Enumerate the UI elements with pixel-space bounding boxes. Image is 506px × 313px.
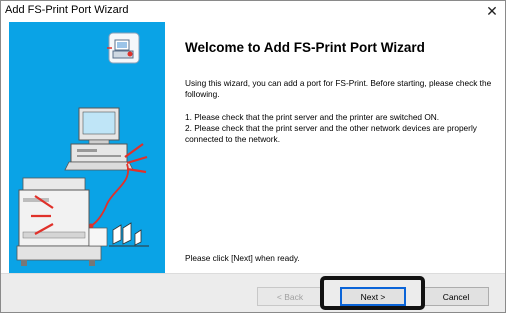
wizard-window: Add FS-Print Port Wizard ✕ Welcome to Ad… — [0, 0, 506, 313]
page-title: Welcome to Add FS-Print Port Wizard — [185, 40, 425, 55]
check-item-2: 2. Please check that the print server an… — [185, 123, 477, 144]
ready-instruction: Please click [Next] when ready. — [185, 253, 300, 263]
wizard-port-icon — [107, 32, 140, 64]
computer-icon — [64, 107, 134, 171]
close-button[interactable]: ✕ — [479, 1, 505, 22]
cancel-button[interactable]: Cancel — [423, 287, 489, 306]
connection-cable — [88, 163, 129, 229]
wizard-side-panel — [9, 22, 165, 273]
wizard-content: Welcome to Add FS-Print Port Wizard Usin… — [173, 22, 499, 273]
wizard-illustration — [16, 32, 149, 266]
title-bar: Add FS-Print Port Wizard ✕ — [1, 1, 505, 22]
window-title: Add FS-Print Port Wizard — [5, 4, 129, 16]
printer-icon — [16, 177, 108, 266]
paper-stack-icon — [109, 222, 149, 247]
check-item-1: 1. Please check that the print server an… — [185, 112, 440, 122]
intro-text: Using this wizard, you can add a port fo… — [185, 78, 492, 99]
back-button[interactable]: < Back — [257, 287, 323, 306]
next-button[interactable]: Next > — [340, 287, 406, 306]
button-bar: < Back Next > Cancel — [1, 273, 505, 312]
